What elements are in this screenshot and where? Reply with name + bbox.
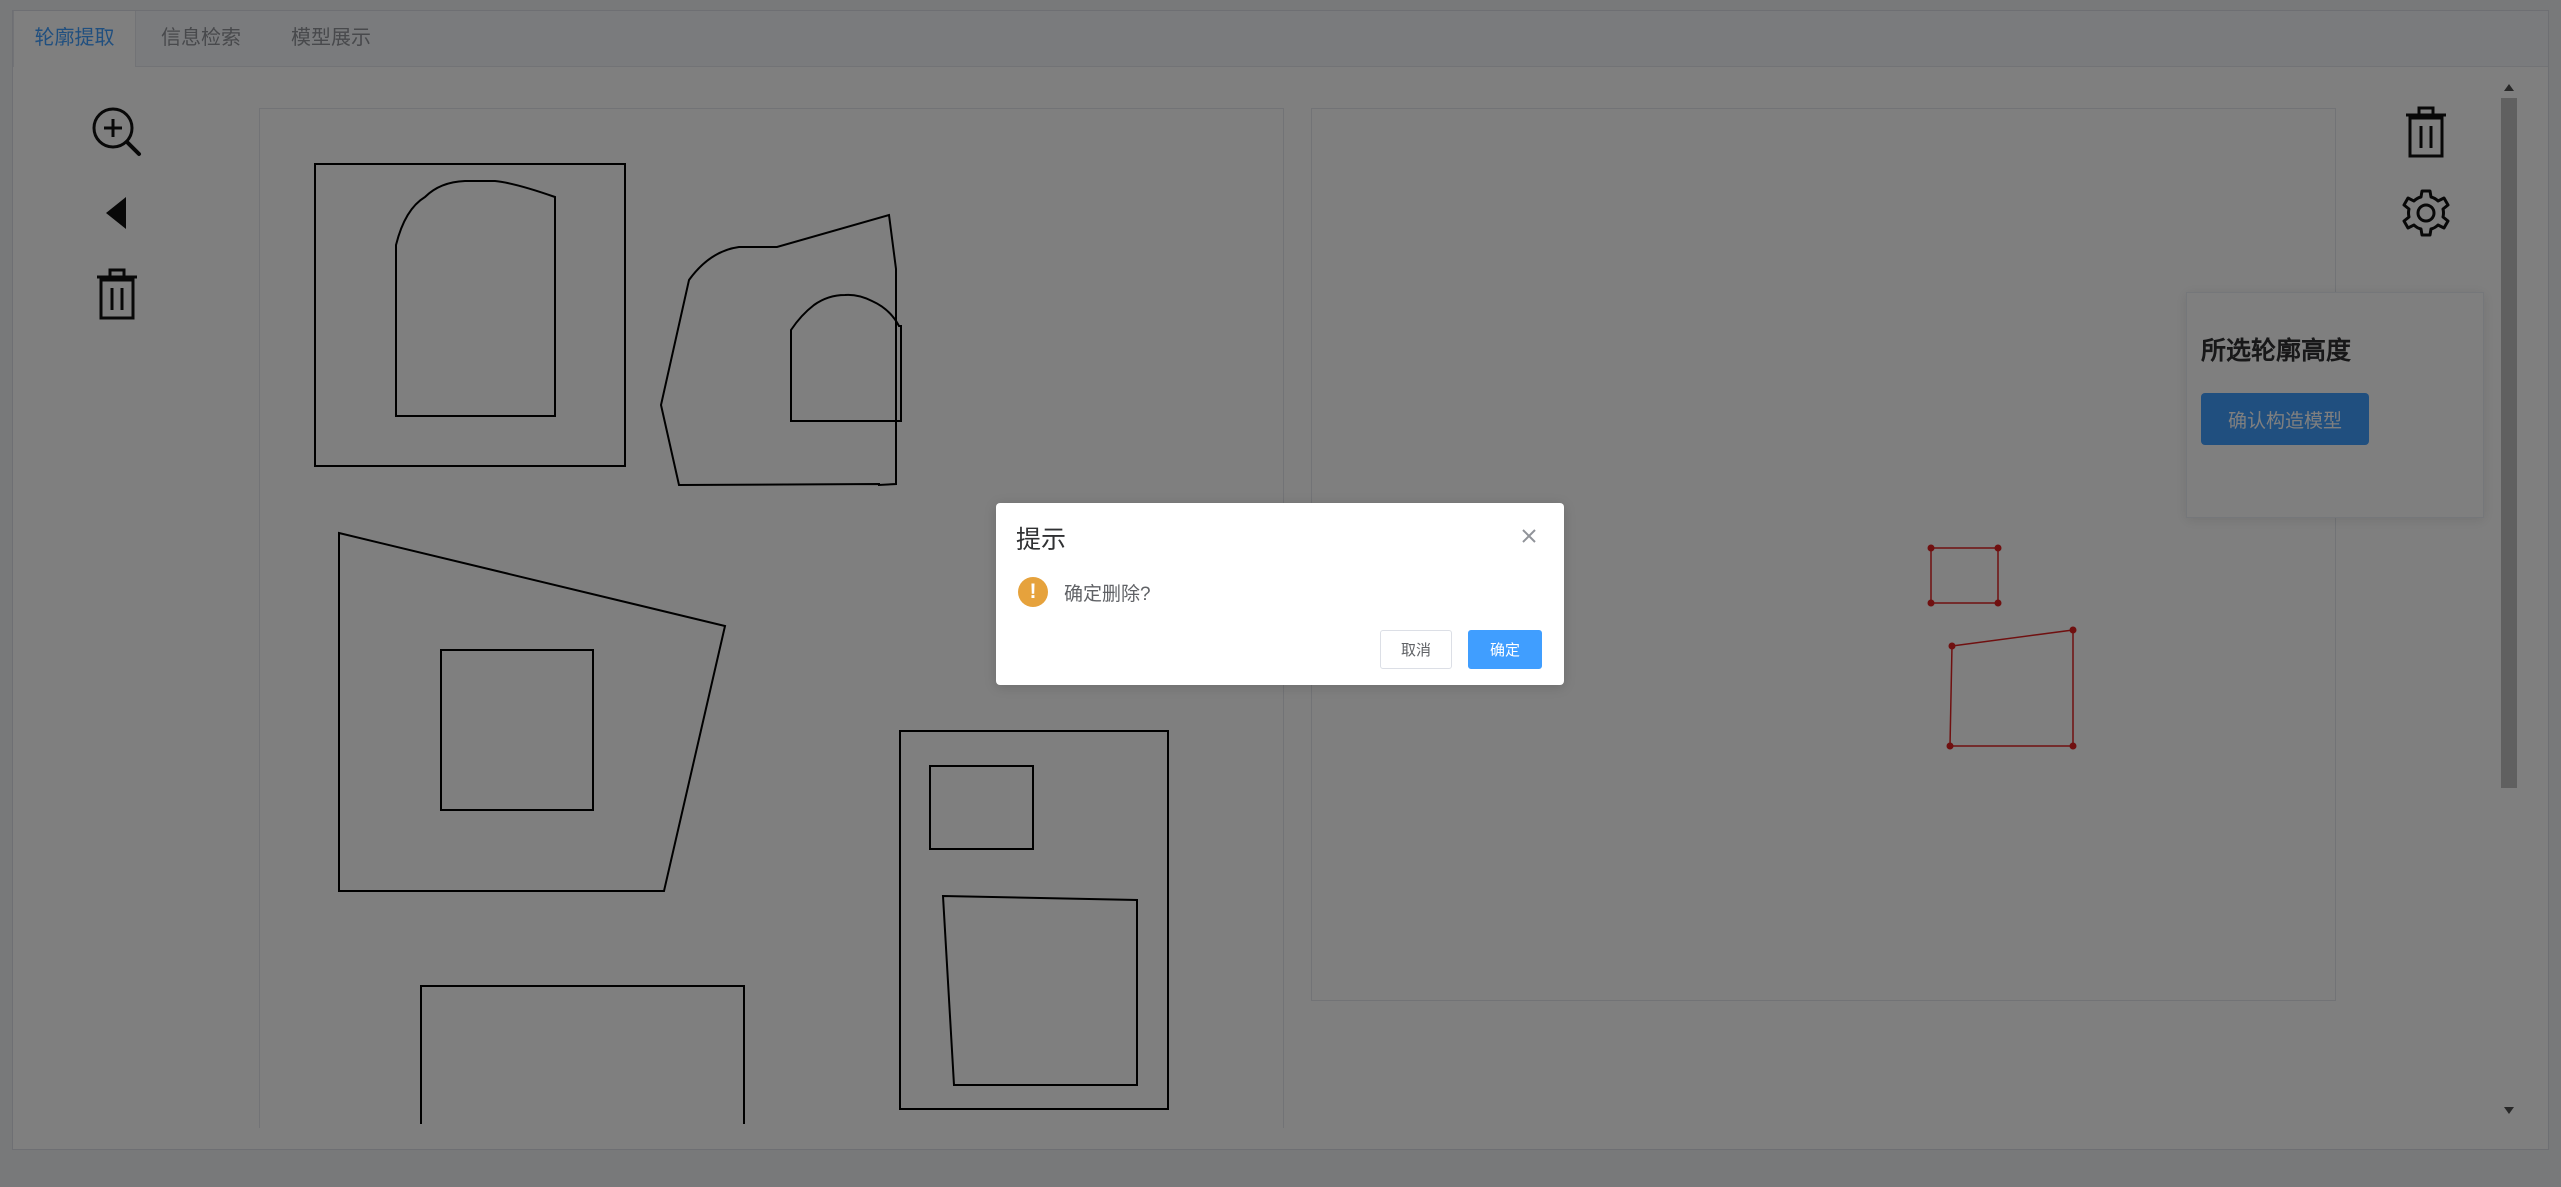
close-icon[interactable] (1516, 523, 1542, 549)
cancel-button[interactable]: 取消 (1380, 630, 1452, 669)
confirm-button[interactable]: 确定 (1468, 630, 1542, 669)
dialog-title: 提示 (1016, 526, 1067, 554)
dialog-message: 确定删除? (1064, 584, 1151, 605)
warning-icon: ! (1018, 577, 1048, 607)
confirm-delete-dialog: 提示 ! 确定删除? 取消 确定 (996, 503, 1564, 685)
